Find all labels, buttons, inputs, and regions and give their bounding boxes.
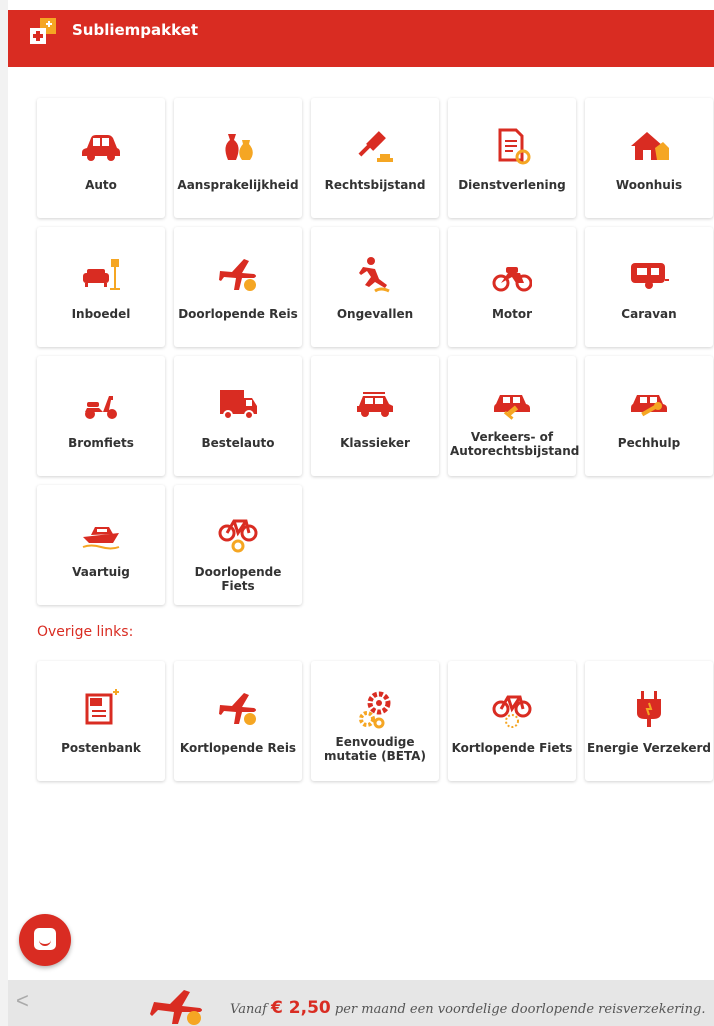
banner-price: € 2,50 [271, 998, 331, 1018]
sofa-lamp-icon [83, 259, 120, 290]
bicycle-clock-icon [492, 695, 532, 728]
tile-label: Verkeers- of Autorechtsbijstand [450, 430, 580, 458]
tile-label: Energie Verzekerd [587, 741, 711, 755]
postenbank-document-icon [85, 689, 119, 725]
chat-icon [34, 928, 56, 950]
tile-label: Dienstverlening [458, 178, 566, 192]
plus-logo-icon [30, 18, 56, 44]
promo-banner[interactable]: < Vanaf € 2,50 per maand een voordelige … [8, 980, 714, 1026]
motorcycle-icon [492, 267, 532, 292]
tile-label: Inboedel [71, 307, 131, 321]
insurance-tile-ongevallen[interactable]: Ongevallen [311, 227, 439, 347]
document-refresh-icon [498, 128, 531, 165]
car-gavel-icon [494, 395, 530, 420]
boat-icon [82, 527, 120, 550]
other-link-tile-kortlopende-reis[interactable]: Kortlopende Reis [174, 661, 302, 781]
gavel-icon [358, 131, 393, 162]
insurance-tile-caravan[interactable]: Caravan [585, 227, 713, 347]
airplane-globe-icon [219, 693, 256, 725]
tile-label: Caravan [621, 307, 677, 321]
car-icon [82, 135, 120, 161]
insurance-tile-aansprakelijkheid[interactable]: Aansprakelijkheid [174, 98, 302, 218]
other-link-tile-energie-verzekerd[interactable]: Energie Verzekerd [585, 661, 713, 781]
other-link-tile-eenvoudige-mutatie-beta[interactable]: Eenvoudige mutatie (BETA) [311, 661, 439, 781]
insurance-tile-doorlopende-reis[interactable]: Doorlopende Reis [174, 227, 302, 347]
insurance-tile-vaartuig[interactable]: Vaartuig [37, 485, 165, 605]
caravan-icon [631, 263, 669, 289]
other-links-heading: Overige links: [37, 624, 134, 640]
tile-label: Woonhuis [615, 178, 683, 192]
house-icon [631, 132, 669, 160]
vase-icon [225, 134, 253, 160]
other-link-tile-postenbank[interactable]: Postenbank [37, 661, 165, 781]
insurance-tile-auto[interactable]: Auto [37, 98, 165, 218]
app-title: Subliempakket [72, 21, 199, 39]
plug-icon [637, 691, 661, 727]
falling-person-icon [359, 257, 390, 293]
header-bar: Subliempakket [8, 10, 714, 67]
insurance-tile-verkeers-of-autorechtsbijstand[interactable]: Verkeers- of Autorechtsbijstand [448, 356, 580, 476]
classic-car-icon [357, 392, 393, 417]
insurance-tile-dienstverlening[interactable]: Dienstverlening [448, 98, 576, 218]
insurance-tile-motor[interactable]: Motor [448, 227, 576, 347]
insurance-tile-rechtsbijstand[interactable]: Rechtsbijstand [311, 98, 439, 218]
other-link-tile-kortlopende-fiets[interactable]: Kortlopende Fiets [448, 661, 576, 781]
airplane-globe-icon [150, 990, 202, 1025]
tile-label: Klassieker [340, 436, 410, 450]
insurance-tile-bromfiets[interactable]: Bromfiets [37, 356, 165, 476]
gears-icon [359, 691, 391, 729]
tile-label: Kortlopende Reis [179, 741, 297, 755]
insurance-tile-pechhulp[interactable]: Pechhulp [585, 356, 713, 476]
banner-suffix: per maand een voordelige doorlopende rei… [334, 1002, 706, 1017]
insurance-tile-doorlopende-fiets[interactable]: Doorlopende Fiets [174, 485, 302, 605]
car-wrench-icon [631, 395, 667, 417]
tile-label: Eenvoudige mutatie (BETA) [324, 735, 426, 763]
tile-label: Rechtsbijstand [324, 178, 426, 192]
tile-label: Aansprakelijkheid [177, 178, 299, 192]
chat-button[interactable] [19, 914, 71, 966]
bicycle-refresh-icon [218, 519, 258, 553]
insurance-tile-inboedel[interactable]: Inboedel [37, 227, 165, 347]
tile-label: Vaartuig [72, 565, 130, 579]
tile-label: Auto [85, 178, 117, 192]
airplane-globe-icon [219, 259, 256, 291]
tile-label: Bestelauto [201, 436, 275, 450]
tile-label: Pechhulp [617, 436, 681, 450]
scooter-icon [85, 396, 117, 419]
insurance-tile-klassieker[interactable]: Klassieker [311, 356, 439, 476]
insurance-tile-woonhuis[interactable]: Woonhuis [585, 98, 713, 218]
tile-label: Motor [491, 307, 533, 321]
tile-label: Postenbank [61, 741, 141, 755]
tile-label: Bromfiets [68, 436, 134, 450]
tile-label: Kortlopende Fiets [451, 741, 573, 755]
tile-label: Ongevallen [336, 307, 414, 321]
tile-label: Doorlopende Reis [178, 307, 298, 321]
van-icon [220, 390, 257, 420]
banner-text: Vanaf € 2,50 per maand een voordelige do… [230, 998, 705, 1018]
insurance-tile-bestelauto[interactable]: Bestelauto [174, 356, 302, 476]
banner-prev-arrow[interactable]: < [16, 988, 29, 1014]
tile-label: Doorlopende Fiets [194, 565, 282, 593]
banner-prefix: Vanaf [230, 1002, 267, 1017]
